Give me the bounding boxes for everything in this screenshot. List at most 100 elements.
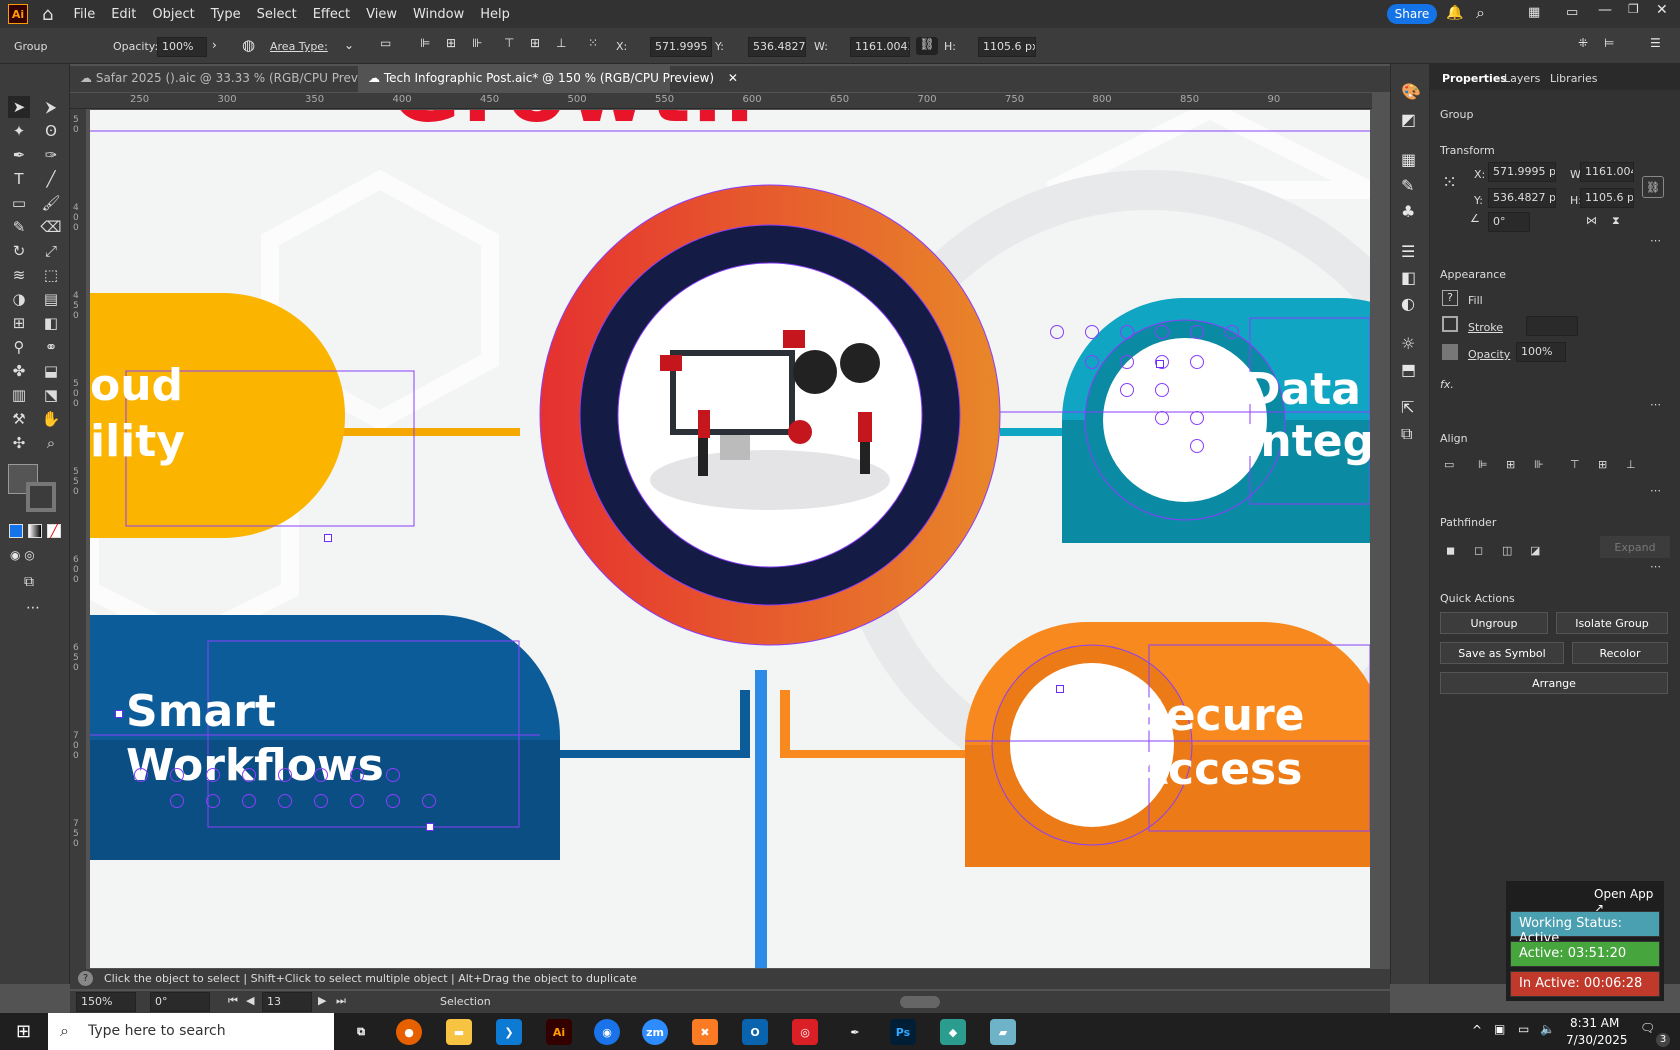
photoshop-icon[interactable]: Ps xyxy=(890,1019,916,1045)
align-right-icon[interactable]: ⊪ xyxy=(1534,458,1544,471)
tab-properties[interactable]: Properties xyxy=(1442,72,1507,85)
save-as-symbol-button[interactable]: Save as Symbol xyxy=(1440,642,1564,664)
tray-monitor-icon[interactable]: ▣ xyxy=(1494,1022,1505,1036)
constrain-icon[interactable]: ⛓ xyxy=(1642,176,1664,198)
shaper-icon[interactable]: ✎ xyxy=(8,216,30,238)
task-view-icon[interactable]: ⧉ xyxy=(348,1019,374,1045)
help-icon[interactable]: ? xyxy=(78,971,93,986)
home-icon[interactable]: ⌂ xyxy=(42,4,53,25)
brushes-icon[interactable]: ✎ xyxy=(1401,176,1414,195)
zoom-icon[interactable]: ⌕ xyxy=(40,432,62,454)
menu-effect[interactable]: Effect xyxy=(305,7,358,22)
curvature-icon[interactable]: ✑ xyxy=(40,144,62,166)
type-tool-icon[interactable]: T xyxy=(8,168,30,190)
align-middle-icon[interactable]: ⊞ xyxy=(530,36,540,50)
opacity-label[interactable]: Opacity xyxy=(1468,348,1510,361)
recolor-globe-icon[interactable]: ◍ xyxy=(242,36,255,54)
chevron-down-icon[interactable]: ⌄ xyxy=(344,38,354,52)
selection-handle[interactable] xyxy=(115,710,123,718)
draw-mode-icon[interactable]: ◉ ◎ xyxy=(10,548,35,562)
tab-tech-infographic[interactable]: ☁ Tech Infographic Post.aic* @ 150 % (RG… xyxy=(358,66,738,92)
app-notes-icon[interactable]: ▰ xyxy=(990,1019,1016,1045)
text-wrap-icon[interactable]: ⊨ xyxy=(1604,36,1614,50)
symbol-icon[interactable]: ✣ xyxy=(8,432,30,454)
angle-field[interactable]: 0° xyxy=(1488,212,1530,232)
opacity-field[interactable]: 100% xyxy=(157,37,207,57)
tab-layers[interactable]: Layers xyxy=(1504,72,1540,85)
direct-selection-tool-icon[interactable]: ⮞ xyxy=(40,96,62,118)
card-smart-text-2[interactable]: Workflows xyxy=(126,740,384,791)
card-secure-text-1[interactable]: Secure xyxy=(1134,690,1304,741)
card-data-text-1[interactable]: Data xyxy=(1244,364,1361,415)
hand-icon[interactable]: ✋ xyxy=(40,408,62,430)
card-data-text-2[interactable]: Integ xyxy=(1244,416,1370,467)
stroke-swatch[interactable] xyxy=(26,482,56,512)
appearance-panel-icon[interactable]: ☼ xyxy=(1401,334,1415,353)
swatches-icon[interactable]: ▦ xyxy=(1401,150,1416,169)
magic-wand-icon[interactable]: ✦ xyxy=(8,120,30,142)
shape-builder-icon[interactable]: ◑ xyxy=(8,288,30,310)
restore-icon[interactable]: ❐ xyxy=(1628,2,1639,16)
creative-cloud-icon[interactable]: ◎ xyxy=(792,1019,818,1045)
bell-icon[interactable]: 🔔 xyxy=(1446,5,1463,21)
clock-time[interactable]: 8:31 AM xyxy=(1570,1016,1619,1030)
menu-view[interactable]: View xyxy=(358,7,405,22)
more-options-icon[interactable]: ⋯ xyxy=(1650,484,1661,497)
prev-artboard-icon[interactable]: ◀ xyxy=(246,994,254,1007)
more-tools-icon[interactable]: ⋯ xyxy=(26,600,40,616)
symbol-sprayer-icon[interactable]: ✤ xyxy=(8,360,30,382)
slice-icon[interactable]: ⬔ xyxy=(40,384,62,406)
pen-app-icon[interactable]: ✒ xyxy=(842,1019,868,1045)
stroke-label[interactable]: Stroke xyxy=(1468,321,1503,334)
first-artboard-icon[interactable]: ⏮ xyxy=(228,994,238,1008)
menu-object[interactable]: Object xyxy=(144,7,202,22)
firefox-icon[interactable]: ● xyxy=(396,1019,422,1045)
eraser-icon[interactable]: ⌫ xyxy=(40,216,62,238)
free-transform-icon[interactable]: ⬚ xyxy=(40,264,62,286)
windows-start-icon[interactable]: ⊞ xyxy=(16,1021,31,1042)
workspace-icon[interactable]: ▭ xyxy=(1566,5,1578,20)
selection-handle[interactable] xyxy=(1056,685,1064,693)
align-to-icon[interactable]: ▭ xyxy=(1444,458,1454,471)
more-options-icon[interactable]: ⋯ xyxy=(1650,560,1661,573)
arrange-button[interactable]: Arrange xyxy=(1440,672,1668,694)
xampp-icon[interactable]: ✖ xyxy=(692,1019,718,1045)
minus-front-icon[interactable]: ◻ xyxy=(1474,544,1483,557)
align-top-icon[interactable]: ⊤ xyxy=(1570,458,1580,471)
transparency-icon[interactable]: ◐ xyxy=(1401,294,1415,313)
rotate-icon[interactable]: ↻ xyxy=(8,240,30,262)
next-artboard-icon[interactable]: ▶ xyxy=(318,994,326,1007)
transform-more-icon[interactable]: ⁜ xyxy=(1578,36,1588,50)
mesh-icon[interactable]: ⊞ xyxy=(8,312,30,334)
blend-icon[interactable]: ⚭ xyxy=(40,336,62,358)
align-center-icon[interactable]: ⊞ xyxy=(446,36,456,50)
recolor-button[interactable]: Recolor xyxy=(1572,642,1668,664)
align-bottom-icon[interactable]: ⊥ xyxy=(556,36,566,50)
artboard-icon[interactable]: ⬓ xyxy=(40,360,62,382)
illustrator-taskbar-icon[interactable]: Ai xyxy=(546,1019,572,1045)
selection-handle[interactable] xyxy=(1156,360,1164,368)
volume-icon[interactable]: 🔈 xyxy=(1540,1022,1555,1036)
clock-date[interactable]: 7/30/2025 xyxy=(1566,1033,1628,1047)
gradient-icon[interactable]: ◧ xyxy=(40,312,62,334)
zoom-app-icon[interactable]: zm xyxy=(642,1019,668,1045)
line-tool-icon[interactable]: ╱ xyxy=(40,168,62,190)
align-to-icon[interactable]: ▭ xyxy=(380,36,391,50)
last-artboard-icon[interactable]: ⏭ xyxy=(336,994,346,1008)
network-icon[interactable]: ▭ xyxy=(1518,1022,1529,1036)
flip-vertical-icon[interactable]: ⧗ xyxy=(1612,214,1620,228)
isolate-group-button[interactable]: Isolate Group xyxy=(1556,612,1668,634)
fx-button[interactable]: fx. xyxy=(1440,378,1454,391)
menu-help[interactable]: Help xyxy=(472,7,518,22)
selection-handle[interactable] xyxy=(324,534,332,542)
x-field[interactable]: 571.9995 px xyxy=(650,37,712,57)
color-mode-icon[interactable] xyxy=(9,524,23,538)
menu-edit[interactable]: Edit xyxy=(103,7,144,22)
unite-icon[interactable]: ◼ xyxy=(1446,544,1455,557)
ungroup-button[interactable]: Ungroup xyxy=(1440,612,1548,634)
align-middle-icon[interactable]: ⊞ xyxy=(1598,458,1607,471)
intersect-icon[interactable]: ◫ xyxy=(1502,544,1512,557)
tab-safar[interactable]: ☁ Safar 2025 ().aic @ 33.33 % (RGB/CPU P… xyxy=(70,66,415,92)
vscode-icon[interactable]: ❯ xyxy=(496,1019,522,1045)
artboards-panel-icon[interactable]: ⧉ xyxy=(1401,424,1412,444)
